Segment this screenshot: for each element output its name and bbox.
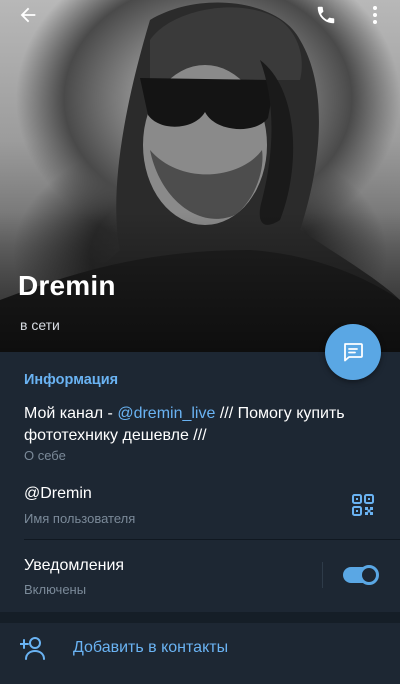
bio-label: О себе — [24, 448, 66, 463]
add-user-icon — [20, 637, 45, 660]
notifications-state: Включены — [24, 582, 87, 597]
vertical-divider — [322, 562, 323, 588]
qr-code-icon — [352, 494, 374, 516]
send-message-button[interactable] — [325, 324, 381, 380]
notifications-title[interactable]: Уведомления — [24, 557, 124, 575]
more-options-button[interactable] — [360, 0, 390, 30]
divider — [24, 539, 400, 540]
profile-status: в сети — [20, 317, 60, 333]
bio-text[interactable]: Мой канал - @dremin_live /// Помогу купи… — [24, 403, 376, 447]
notifications-toggle[interactable] — [343, 565, 379, 585]
add-contact-button[interactable]: Добавить в контакты — [0, 623, 400, 684]
section-gap — [0, 612, 400, 623]
info-section: Информация Мой канал - @dremin_live /// … — [0, 352, 400, 612]
back-button[interactable] — [10, 0, 46, 30]
add-contact-label: Добавить в контакты — [73, 639, 229, 656]
qr-code-button[interactable] — [351, 493, 375, 517]
bio-channel-link[interactable]: @dremin_live — [117, 405, 215, 422]
top-app-bar — [0, 0, 400, 30]
profile-name: Dremin — [18, 270, 116, 301]
section-title: Информация — [24, 372, 119, 388]
username-value[interactable]: @Dremin — [24, 485, 92, 503]
username-label: Имя пользователя — [24, 511, 136, 526]
arrow-left-icon — [20, 7, 36, 23]
bio-prefix: Мой канал - — [24, 405, 118, 422]
more-vertical-icon — [373, 6, 377, 24]
phone-icon — [317, 6, 335, 24]
call-button[interactable] — [310, 0, 342, 30]
toggle-knob — [359, 565, 379, 585]
message-icon — [344, 343, 363, 362]
